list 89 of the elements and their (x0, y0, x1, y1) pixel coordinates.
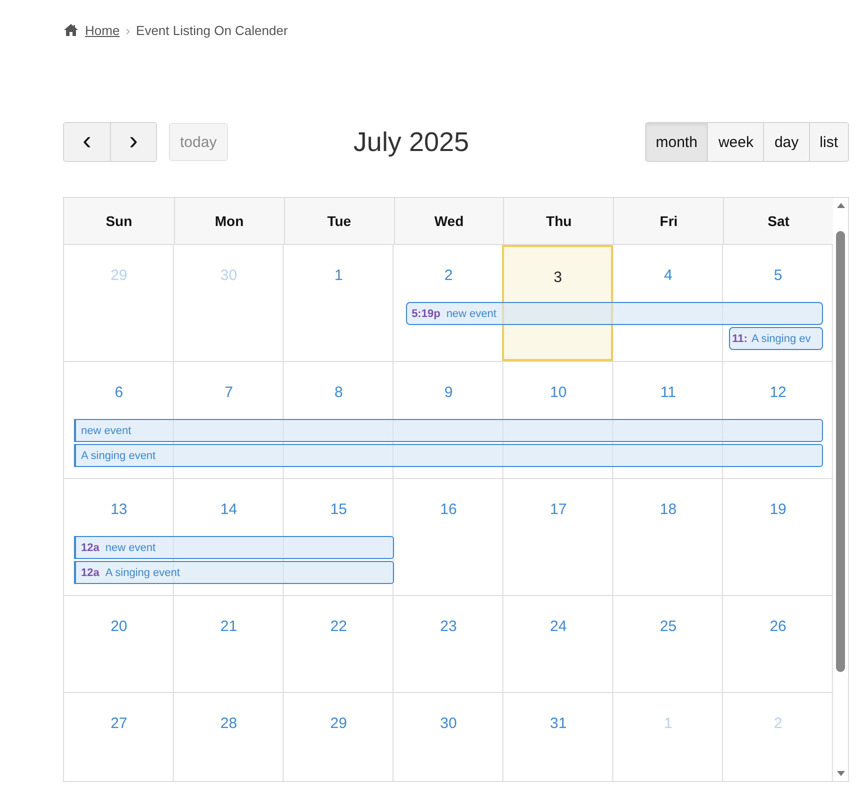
day-number: 29 (330, 715, 347, 733)
calendar-event[interactable]: A singing event (74, 444, 823, 467)
day-number: 21 (220, 618, 238, 636)
weekday-header: Mon (174, 198, 284, 244)
day-number: 25 (660, 618, 677, 636)
view-tab[interactable]: day (763, 123, 809, 161)
day-number: 3 (554, 269, 562, 287)
day-number: 10 (550, 384, 567, 402)
weekday-header: Fri (613, 198, 724, 244)
day-number: 11 (660, 384, 676, 402)
day-number: 6 (114, 384, 124, 402)
weekday-header: Thu (503, 198, 614, 244)
breadcrumb-separator: › (126, 22, 130, 38)
day-cell[interactable]: 31 (503, 693, 614, 781)
current-page: Event Listing On Calender (136, 22, 288, 38)
day-number: 26 (770, 618, 786, 636)
day-number: 2 (444, 267, 453, 285)
day-cell[interactable]: 5 (723, 245, 833, 301)
day-cell[interactable]: 8 (284, 362, 394, 418)
home-icon (63, 23, 79, 37)
day-number: 5 (774, 267, 782, 285)
day-cell[interactable]: 25 (613, 596, 724, 692)
day-cell[interactable]: 22 (284, 596, 394, 692)
next-button[interactable]: › (110, 123, 156, 161)
calendar-event[interactable]: 12a A singing event (74, 561, 394, 584)
day-cell[interactable]: 2 (394, 245, 504, 301)
day-number: 8 (334, 384, 343, 402)
day-number: 29 (110, 267, 128, 285)
day-cell[interactable]: 12 (723, 362, 833, 418)
day-cell[interactable]: 7 (174, 362, 284, 418)
day-cell[interactable]: 9 (394, 362, 504, 418)
day-number: 18 (660, 501, 677, 519)
day-cell[interactable]: 23 (394, 596, 504, 692)
day-number: 2 (774, 715, 782, 733)
calendar-title: July 2025 (352, 126, 470, 158)
day-number: 4 (664, 267, 672, 285)
day-cell[interactable]: 20 (64, 596, 174, 692)
day-number: 9 (444, 384, 453, 402)
day-cell[interactable]: 13 (64, 479, 174, 535)
day-number: 1 (334, 267, 343, 285)
day-cell[interactable]: 28 (174, 693, 284, 781)
day-cell[interactable]: 15 (284, 479, 394, 535)
previous-button[interactable]: ‹ (64, 123, 110, 161)
home-link[interactable]: Home (85, 22, 120, 38)
day-number: 16 (440, 501, 457, 519)
calendar-event[interactable]: new event (74, 419, 823, 442)
day-number: 14 (220, 501, 238, 519)
view-tab[interactable]: list (808, 123, 848, 161)
day-cell[interactable]: 10 (503, 362, 614, 418)
calendar-event[interactable]: 11: A singing ev (729, 327, 823, 350)
day-cell[interactable]: 30 (394, 693, 504, 781)
day-cell[interactable]: 17 (503, 479, 614, 535)
calendar-event[interactable]: 12a new event (74, 536, 394, 559)
day-cell[interactable]: 19 (723, 479, 833, 535)
day-cell[interactable]: 29 (284, 693, 394, 781)
view-tab[interactable]: week (707, 123, 764, 161)
day-number: 27 (110, 715, 128, 733)
day-cell[interactable]: 6 (64, 362, 174, 418)
day-number: 24 (550, 618, 567, 636)
day-number: 12 (770, 384, 786, 402)
weekday-header: Sun (104, 212, 134, 231)
day-number: 7 (224, 384, 233, 402)
day-number: 23 (440, 618, 457, 636)
day-cell[interactable]: 26 (723, 596, 833, 692)
day-cell[interactable]: 14 (174, 479, 284, 535)
day-cell[interactable]: 16 (394, 479, 504, 535)
day-number: 13 (110, 501, 128, 519)
calendar-event[interactable]: 5:19p new event (406, 302, 823, 325)
day-number: 31 (550, 715, 567, 733)
day-number: 20 (110, 618, 128, 636)
weekday-header: Wed (394, 198, 504, 244)
view-tab[interactable]: month (646, 123, 708, 161)
day-cell[interactable]: 11 (613, 362, 724, 418)
day-cell[interactable]: 24 (503, 596, 614, 692)
day-cell[interactable]: 1 (284, 245, 394, 301)
day-cell[interactable]: 21 (174, 596, 284, 692)
day-cell[interactable]: 18 (613, 479, 724, 535)
day-number: 30 (440, 715, 457, 733)
day-number: 19 (770, 501, 786, 519)
day-number: 22 (330, 618, 347, 636)
day-cell[interactable]: 3 (502, 245, 614, 361)
day-number: 30 (220, 267, 238, 285)
day-cell[interactable]: 4 (613, 245, 724, 301)
day-cell[interactable]: 27 (64, 693, 174, 781)
day-number: 1 (664, 715, 672, 733)
day-number: 17 (550, 501, 567, 519)
day-number: 28 (220, 715, 238, 733)
day-number: 15 (330, 501, 347, 519)
weekday-header: Tue (284, 198, 394, 244)
